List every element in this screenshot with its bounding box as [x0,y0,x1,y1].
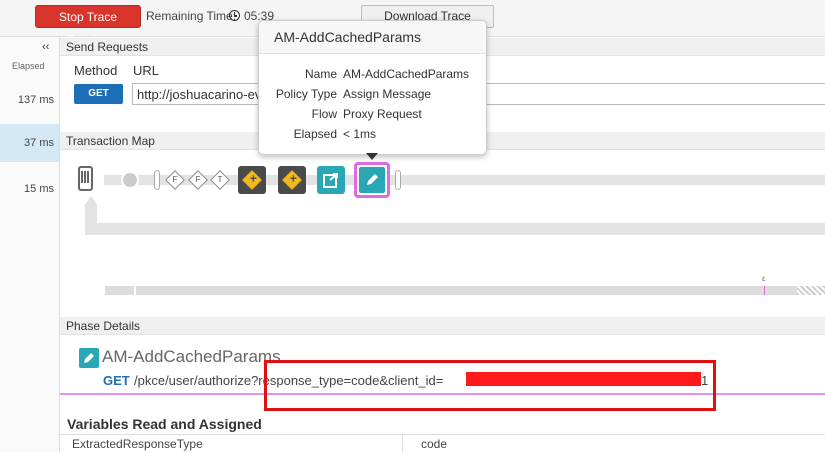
pencil-icon [79,348,99,368]
variables-header: Variables Read and Assigned [67,416,262,432]
stop-trace-session-button[interactable]: Stop Trace Session [35,5,141,47]
url-label: URL [133,63,160,78]
phone-icon [78,166,93,191]
popover-value: Assign Message [343,87,432,101]
popover-key: Elapsed [293,127,337,141]
assign-policy-icon[interactable] [238,166,266,194]
variable-name: ExtractedResponseType [72,437,203,451]
flow-pipe-end [395,170,401,190]
elapsed-column-header: Elapsed [12,61,45,71]
popover-key: Name [304,67,337,81]
popover-value: < 1ms [343,127,377,141]
method-select[interactable]: GET [74,84,123,104]
collapse-sidebar-icon[interactable]: ‹‹ [42,41,49,53]
selected-policy-highlight[interactable] [354,162,390,198]
popover-value: Proxy Request [343,107,422,121]
assign-policy-icon[interactable] [278,166,306,194]
timeline-gap [134,286,136,295]
condition-flag: F [172,175,178,184]
policy-title: AM-AddCachedParams [102,347,281,366]
transaction-row[interactable]: 137 ms [0,81,59,119]
response-flow-track [85,223,825,235]
condition-flag: F [195,175,201,184]
popover-pointer [366,153,378,160]
flow-pipe-start [154,170,160,190]
popover-value: AM-AddCachedParams [343,67,470,81]
transaction-row-selected[interactable]: 37 ms [0,124,59,162]
timeline-hatch [797,286,825,295]
popover-key: Policy Type [275,87,337,101]
timeline-bar [105,286,825,295]
popover-title: AM-AddCachedParams [259,21,486,54]
transaction-row[interactable]: 15 ms [0,170,59,208]
method-label: Method [74,63,118,78]
phase-details-header: Phase Details [60,317,825,335]
annotation-highlight-box [264,360,716,411]
remaining-time-label: Remaining Time: [146,9,237,23]
flow-callout-icon[interactable] [317,166,345,194]
request-method: GET [103,373,130,388]
flow-start-dot [121,171,139,189]
clock-icon [229,10,240,21]
table-divider [402,434,403,452]
timeline-marker-label: ε [762,274,766,283]
policy-popover: AM-AddCachedParams Name AM-AddCachedPara… [258,20,487,155]
variable-value: code [421,437,448,451]
timeline-marker [764,286,765,295]
popover-key: Flow [311,107,337,121]
condition-flag: T [217,175,223,184]
arrow-up-icon [84,196,98,206]
